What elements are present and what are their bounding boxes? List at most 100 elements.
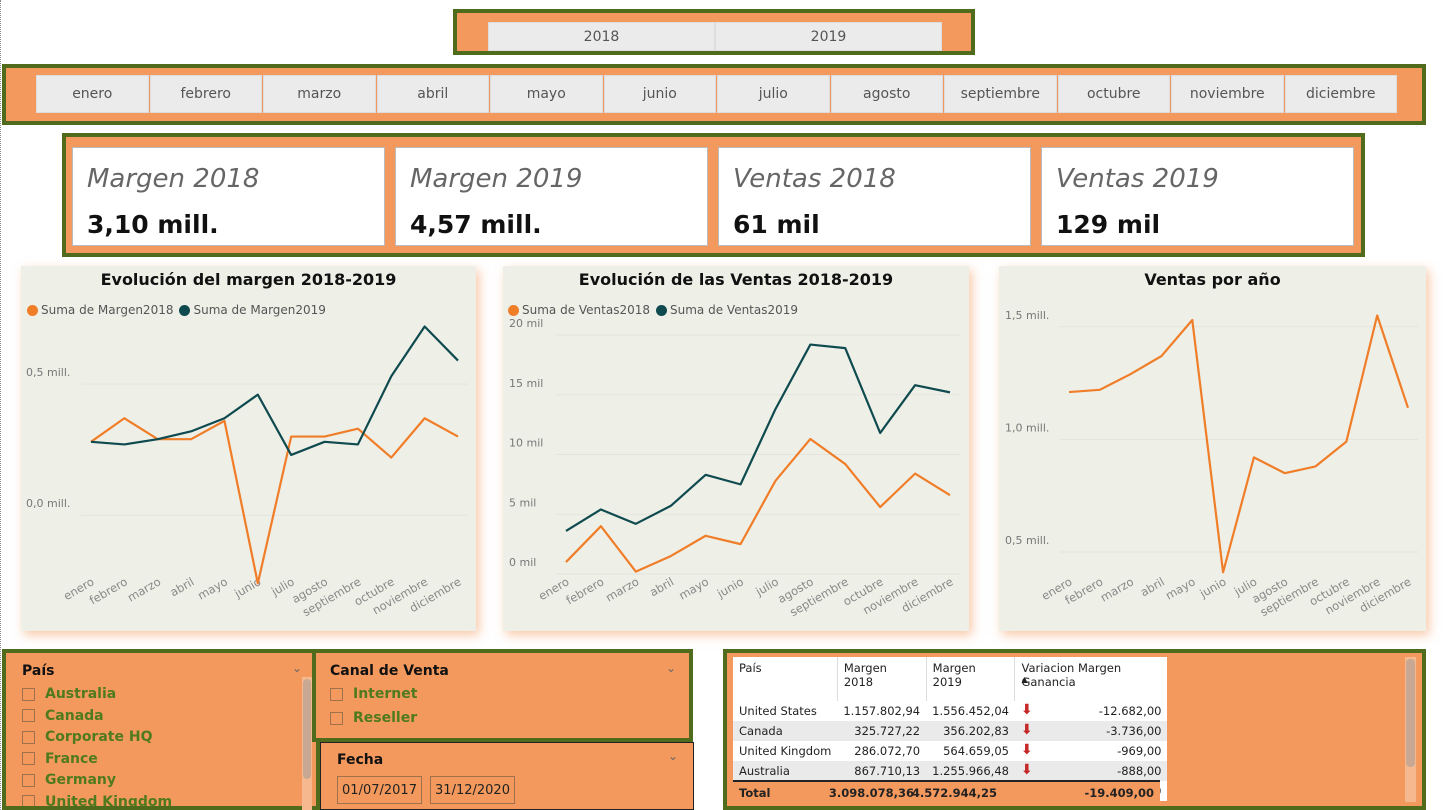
header-label: Variacion Margen Ganancia (1021, 661, 1122, 689)
cell-value: Australia (739, 764, 790, 778)
table-cell-m2019: 564.659,05 (926, 741, 1015, 761)
year-button-2018[interactable]: 2018 (488, 22, 715, 51)
pais-option[interactable]: Australia (22, 686, 116, 702)
option-label: United Kingdom (45, 793, 173, 807)
month-button-septiembre[interactable]: septiembre (944, 75, 1057, 113)
cell-value: United States (739, 704, 817, 718)
table-row[interactable]: United States 1.157.802,94 1.556.452,04 ⬇ -1… (733, 701, 1167, 721)
month-button-abril[interactable]: abril (376, 75, 489, 113)
kpi-title: Ventas 2019 (1056, 164, 1219, 194)
cell-value: 356.202,83 (943, 724, 1009, 738)
pais-option[interactable]: Canada (22, 708, 104, 724)
table-cell-pais: Canada (733, 721, 838, 741)
month-button-junio[interactable]: junio (603, 75, 716, 113)
chart-panel-ventas[interactable]: Evolución de las Ventas 2018-2019 Suma d… (503, 266, 969, 631)
month-button-noviembre[interactable]: noviembre (1171, 75, 1284, 113)
canal-slicer: Canal de Venta ⌄ Internet Reseller (312, 649, 693, 742)
table-cell-var: ⬇ -12.682,00 (1015, 701, 1168, 721)
cell-value: -969,00 (1117, 744, 1162, 758)
pais-option[interactable]: France (22, 751, 98, 767)
date-from-input[interactable]: 01/07/2017 (337, 776, 422, 804)
checkbox[interactable] (22, 730, 35, 744)
pais-option[interactable]: United Kingdom (22, 793, 173, 807)
table-total-row: Total 3.098.078,36 4.572.944,25 -19.409,… (733, 782, 1160, 804)
table-row[interactable]: United Kingdom 286.072,70 564.659,05 ⬇ -969,… (733, 741, 1167, 761)
table-header-row: País Margen 2018 Margen 2019 Variacion M… (733, 657, 1167, 701)
slicer-title: Fecha (337, 752, 384, 768)
checkbox[interactable] (22, 773, 35, 787)
column-header-variacion[interactable]: Variacion Margen Ganancia ▲ (1015, 657, 1168, 701)
kpi-card-margen-2018: Margen 2018 3,10 mill. (72, 147, 385, 246)
table-cell-pais: United States (733, 701, 837, 721)
y-tick-label: 15 mil (509, 377, 543, 390)
y-tick-label: 1,0 mill. (1005, 421, 1049, 434)
x-tick-label: mayo (1163, 574, 1198, 602)
column-header-margen-2019[interactable]: Margen 2019 (926, 657, 1016, 701)
scrollbar-thumb[interactable] (303, 679, 311, 779)
chevron-down-icon[interactable]: ⌄ (668, 749, 678, 763)
pais-option[interactable]: Germany (22, 772, 116, 788)
cell-value: -3.736,00 (1106, 724, 1162, 738)
table-row[interactable]: Canada 325.727,22 356.202,83 ⬇ -3.736,00 (733, 721, 1168, 741)
canal-option-internet[interactable]: Internet (330, 686, 417, 702)
y-tick-label: 1,5 mill. (1005, 309, 1049, 322)
table-cell-var: ⬇ -888,00 (1014, 761, 1168, 781)
arrow-down-icon: ⬇ (1020, 742, 1033, 758)
x-tick-label: mayo (195, 574, 230, 602)
pais-option[interactable]: Corporate HQ (22, 729, 152, 745)
option-label: Germany (45, 772, 117, 788)
chart-panel-margen[interactable]: Evolución del margen 2018-2019 Suma de M… (21, 266, 476, 631)
series-line-Suma de Ventas2018[interactable] (565, 437, 951, 573)
table-scrollbar-thumb[interactable] (1406, 659, 1415, 767)
margin-line-chart: 0,0 mill.0,5 mill.enerofebreromarzo abril… (26, 325, 468, 619)
cell-value: 1.556.452,04 (932, 704, 1009, 718)
x-tick-label: abril (1138, 574, 1167, 599)
column-header-pais[interactable]: País (733, 657, 838, 701)
month-button-julio[interactable]: julio (717, 75, 830, 113)
y-tick-label: 5 mil (509, 496, 536, 509)
checkbox[interactable] (22, 687, 35, 701)
series-line-Suma de Margen2018[interactable] (90, 417, 459, 585)
series-line-ventas[interactable] (1068, 314, 1410, 574)
sales-by-year-line-chart: 0,5 mill.1,0 mill.1,5 mill.enerofebrerom… (1005, 309, 1418, 619)
month-button-mayo[interactable]: mayo (490, 75, 603, 113)
series-line-Suma de Ventas2019[interactable] (565, 343, 951, 532)
column-header-margen-2018[interactable]: Margen 2018 (837, 657, 927, 701)
month-button-diciembre[interactable]: diciembre (1284, 75, 1397, 113)
cell-value: 564.659,05 (943, 744, 1009, 758)
date-to-input[interactable]: 31/12/2020 (430, 776, 515, 804)
cell-value: -888,00 (1117, 764, 1162, 778)
pais-slicer: País ⌄ Australia Canada Corporate HQ France… (2, 649, 320, 810)
chevron-down-icon[interactable]: ⌄ (666, 661, 676, 675)
table-cell-m2019: 356.202,83 (926, 721, 1015, 741)
total-margen-2018: 3.098.078,36 (828, 786, 914, 800)
month-button-marzo[interactable]: marzo (263, 75, 376, 113)
checkbox[interactable] (330, 687, 343, 701)
checkbox[interactable] (22, 795, 35, 806)
checkbox[interactable] (330, 711, 343, 725)
checkbox[interactable] (22, 752, 35, 765)
month-button-agosto[interactable]: agosto (830, 75, 943, 113)
table-cell-m2018: 1.157.802,94 (837, 701, 926, 721)
cell-value: -12.682,00 (1098, 704, 1162, 718)
x-tick-label: marzo (603, 574, 641, 604)
kpi-card-ventas-2018: Ventas 2018 61 mil (718, 147, 1031, 246)
option-label: Australia (45, 686, 117, 702)
checkbox[interactable] (22, 709, 35, 722)
sort-asc-icon: ▲ (1021, 675, 1028, 684)
chart-panel-ventas-por-ano[interactable]: Ventas por año 0,5 mill. 1,0 mill. 1,5 mil… (999, 266, 1426, 631)
option-label: France (45, 750, 98, 767)
cell-value: 1.255.966,48 (932, 764, 1009, 778)
series-line-Suma de Margen2019[interactable] (90, 325, 459, 457)
year-button-2019[interactable]: 2019 (715, 22, 942, 51)
table-row[interactable]: Australia 867.710,13 1.255.966,48 ⬇ -888,00 (733, 761, 1168, 781)
left-edge-dotted-line (0, 0, 1, 810)
year-slicer: 2018 2019 (453, 9, 975, 55)
month-button-enero[interactable]: enero (36, 75, 149, 113)
month-button-febrero[interactable]: febrero (149, 75, 262, 113)
x-tick-label: abril (168, 574, 197, 599)
kpi-value: 129 mil (1056, 210, 1161, 239)
option-label: Internet (353, 686, 418, 702)
month-button-octubre[interactable]: octubre (1057, 75, 1170, 113)
canal-option-reseller[interactable]: Reseller (330, 710, 417, 726)
